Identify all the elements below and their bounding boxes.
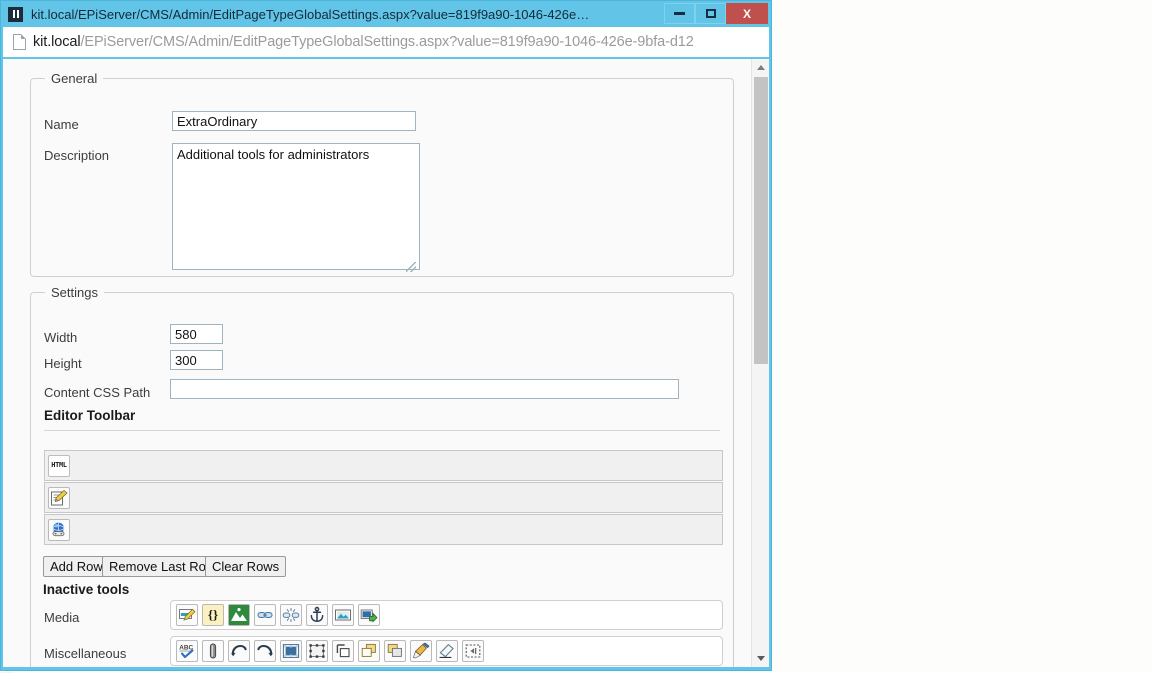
toolbar-row[interactable] — [44, 514, 723, 545]
url-path: /EPiServer/CMS/Admin/EditPageTypeGlobalS… — [80, 34, 694, 50]
browser-window: kit.local/EPiServer/CMS/Admin/EditPageTy… — [0, 0, 772, 671]
page-icon — [13, 34, 26, 50]
anchor-icon[interactable] — [306, 604, 328, 626]
toggle-borders-icon[interactable] — [462, 640, 484, 662]
maximize-button[interactable] — [695, 3, 726, 24]
url-host: kit.local — [33, 34, 81, 50]
add-row-button[interactable]: Add Row — [43, 556, 110, 577]
page-content: General Name Description Settings Width — [3, 59, 769, 667]
content-css-path-input[interactable] — [170, 379, 679, 399]
general-legend: General — [51, 71, 98, 86]
flash-media-icon[interactable] — [228, 604, 250, 626]
unlink-icon[interactable] — [280, 604, 302, 626]
miscellaneous-group-label: Miscellaneous — [44, 646, 127, 661]
window-titlebar: kit.local/EPiServer/CMS/Admin/EditPageTy… — [1, 1, 771, 27]
select-all-icon[interactable] — [306, 640, 328, 662]
edit-template-icon[interactable] — [48, 486, 70, 509]
html-source-icon-label: HTML — [51, 461, 67, 470]
settings-section: Settings Width Height Content CSS Path E… — [30, 285, 734, 667]
code-braces-icon[interactable]: {} — [202, 604, 224, 626]
vertical-scrollbar[interactable] — [751, 59, 769, 667]
clear-rows-button[interactable]: Clear Rows — [205, 556, 287, 577]
window-title: kit.local/EPiServer/CMS/Admin/EditPageTy… — [31, 6, 590, 22]
close-button[interactable]: X — [726, 3, 768, 24]
height-label: Height — [44, 356, 82, 371]
fullscreen-icon[interactable] — [280, 640, 302, 662]
inactive-tools-heading: Inactive tools — [43, 582, 130, 597]
description-textarea[interactable] — [172, 143, 420, 270]
insert-cell-icon[interactable] — [332, 640, 354, 662]
page-body: General Name Description Settings Width — [3, 59, 751, 667]
toolbar-row[interactable]: HTML — [44, 450, 723, 481]
address-bar[interactable]: kit.local/EPiServer/CMS/Admin/EditPageTy… — [3, 27, 769, 57]
name-input[interactable] — [172, 111, 416, 131]
textarea-resize-handle[interactable] — [406, 262, 416, 272]
miscellaneous-tool-strip[interactable]: ABC — [170, 636, 723, 666]
height-input[interactable] — [170, 350, 223, 370]
format-paint-icon[interactable] — [410, 640, 432, 662]
copy-front-icon[interactable] — [358, 640, 380, 662]
settings-legend: Settings — [51, 285, 98, 300]
editor-toolbar-heading: Editor Toolbar — [44, 408, 136, 423]
image-icon[interactable] — [332, 604, 354, 626]
image-edit-icon[interactable] — [176, 604, 198, 626]
media-import-icon[interactable] — [358, 604, 380, 626]
globe-link-icon[interactable] — [48, 518, 70, 541]
width-label: Width — [44, 330, 78, 345]
eraser-icon[interactable] — [436, 640, 458, 662]
minimize-button[interactable] — [664, 3, 695, 24]
description-label: Description — [44, 148, 110, 163]
name-label: Name — [44, 117, 79, 132]
heading-divider — [44, 430, 720, 431]
html-source-icon[interactable]: HTML — [48, 454, 70, 477]
window-controls: X — [664, 3, 768, 24]
visual-blocks-icon[interactable] — [202, 640, 224, 662]
scroll-up-icon[interactable] — [752, 59, 769, 76]
scrollbar-thumb[interactable] — [754, 77, 768, 364]
media-group-label: Media — [44, 610, 80, 625]
url-text: kit.local/EPiServer/CMS/Admin/EditPageTy… — [33, 34, 694, 50]
toolbar-row[interactable] — [44, 482, 723, 513]
copy-back-icon[interactable] — [384, 640, 406, 662]
redo-icon[interactable] — [254, 640, 276, 662]
undo-icon[interactable] — [228, 640, 250, 662]
media-tool-strip[interactable]: {} — [170, 600, 723, 630]
width-input[interactable] — [170, 324, 223, 344]
desktop-background: kit.local/EPiServer/CMS/Admin/EditPageTy… — [0, 0, 1152, 673]
episerver-icon — [8, 6, 23, 22]
general-section: General Name Description — [30, 71, 734, 277]
content-css-path-label: Content CSS Path — [44, 385, 151, 400]
insert-link-icon[interactable] — [254, 604, 276, 626]
scroll-down-icon[interactable] — [752, 650, 769, 667]
spellcheck-icon[interactable]: ABC — [176, 640, 198, 662]
